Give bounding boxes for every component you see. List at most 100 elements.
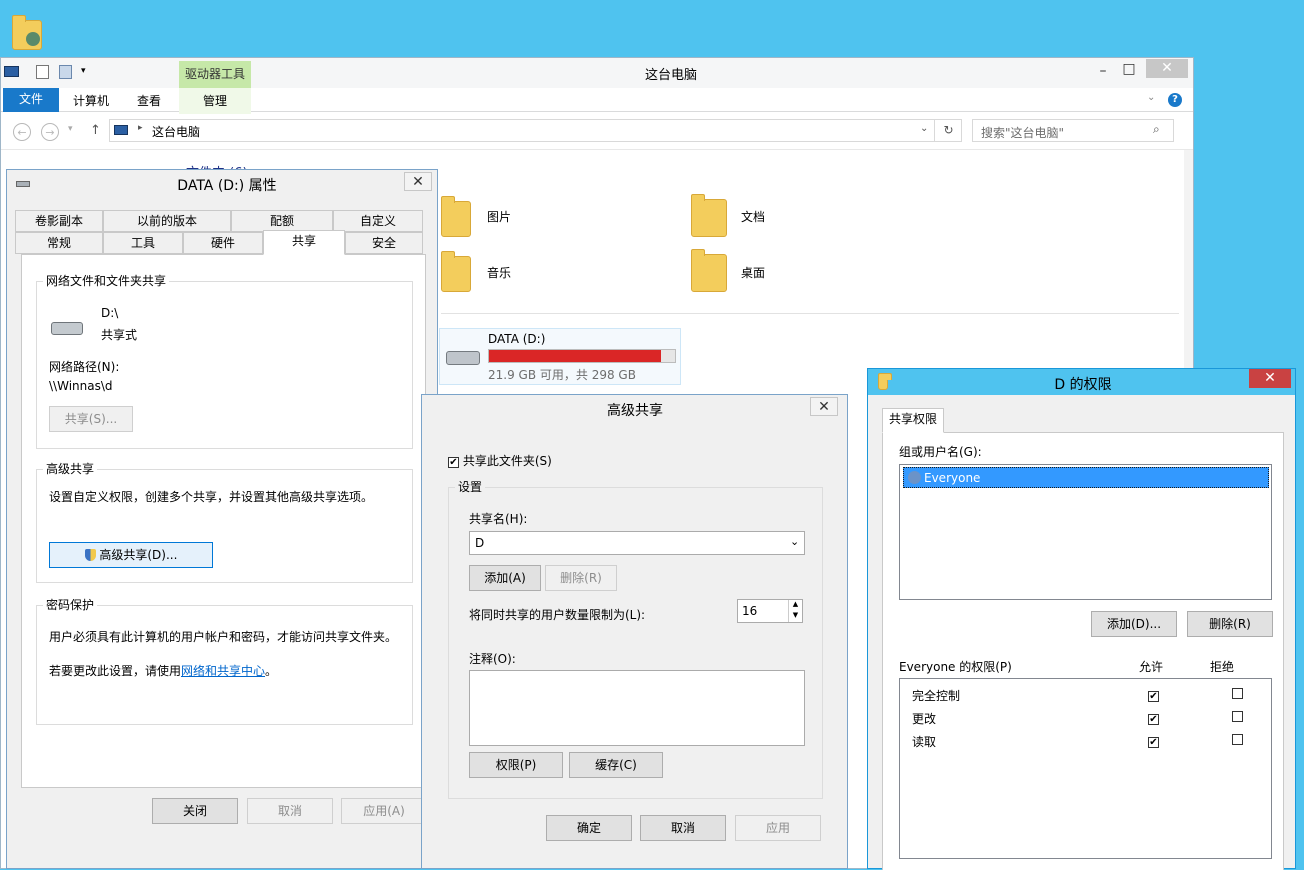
back-icon[interactable]: ← [13,123,31,141]
address-toolbar: ← → ▾ ↑ ▸ 这台电脑 ⌄ ↻ 搜索"这台电脑" ⌕ [1,114,1193,150]
dialog-title: DATA (D:) 属性 [177,178,277,194]
allow-read-checkbox[interactable]: ✔ [1148,737,1159,748]
ok-button[interactable]: 确定 [546,815,632,841]
search-icon[interactable]: ⌕ [1153,122,1160,137]
recent-dropdown-icon[interactable]: ▾ [68,124,73,134]
deny-change-checkbox[interactable] [1231,711,1243,722]
deny-read-checkbox[interactable] [1231,734,1243,745]
share-folder-checkbox[interactable]: ✔ 共享此文件夹(S) [448,452,552,469]
table-row: 更改 ✔ [900,708,1271,728]
close-button[interactable]: ✕ [1249,369,1291,388]
tab-security[interactable]: 安全 [345,232,423,254]
cancel-button[interactable]: 取消 [640,815,726,841]
dialog-title: 高级共享 [607,403,663,419]
share-name-select[interactable]: D ⌄ [469,531,805,555]
permission-name: 完全控制 [912,689,961,703]
search-input[interactable]: 搜索"这台电脑" ⌕ [972,119,1174,142]
tab-share-permissions[interactable]: 共享权限 [882,408,944,433]
deny-full-control-checkbox[interactable] [1231,688,1243,699]
properties-icon[interactable] [36,65,49,79]
tab-manage[interactable]: 管理 [179,88,251,114]
tab-general[interactable]: 常规 [15,232,103,254]
permissions-button[interactable]: 权限(P) [469,752,563,778]
forward-icon[interactable]: → [41,123,59,141]
remove-share-button[interactable]: 删除(R) [545,565,617,591]
add-user-button[interactable]: 添加(D)... [1091,611,1177,637]
close-dialog-button[interactable]: 关闭 [152,798,238,824]
ribbon-expand-icon[interactable]: ⌄ [1147,92,1155,103]
list-item-selected[interactable]: Everyone [903,467,1269,488]
tab-shadow-copies[interactable]: 卷影副本 [15,210,103,232]
folder-item[interactable]: 文档 [691,193,891,237]
caching-button[interactable]: 缓存(C) [569,752,663,778]
apply-button[interactable]: 应用(A) [341,798,427,824]
explorer-titlebar: ▾ 驱动器工具 这台电脑 – □ ✕ [1,58,1193,88]
advanced-sharing-dialog: 高级共享 ✕ ✔ 共享此文件夹(S) 设置 共享名(H): D ⌄ 添加(A) … [421,394,848,869]
add-share-button[interactable]: 添加(A) [469,565,541,591]
group-users-label: 组或用户名(G): [899,445,982,459]
allow-full-control-checkbox[interactable]: ✔ [1148,691,1159,702]
close-button[interactable]: ✕ [810,397,838,416]
music-folder-icon [441,251,471,292]
group-label: 密码保护 [43,598,98,612]
tab-quota[interactable]: 配额 [231,210,333,232]
up-icon[interactable]: ↑ [90,123,101,138]
drive-usage-fill [489,350,662,362]
share-button[interactable]: 共享(S)... [49,406,133,432]
permissions-panel: 组或用户名(G): Everyone 添加(D)... 删除(R) Everyo… [882,432,1284,870]
tab-hardware[interactable]: 硬件 [183,232,263,254]
folder-name: 文档 [741,210,766,224]
tab-file[interactable]: 文件 [3,88,59,112]
search-placeholder: 搜索"这台电脑" [981,126,1065,140]
breadcrumb-chevron-icon: ▸ [138,123,143,133]
group-label: 网络文件和文件夹共享 [43,274,170,288]
tab-previous-versions[interactable]: 以前的版本 [103,210,231,232]
computer-icon [114,125,128,135]
deny-header: 拒绝 [1210,660,1235,674]
drive-tools-header: 驱动器工具 [179,61,251,88]
folder-item[interactable]: 桌面 [691,248,891,292]
tab-tools[interactable]: 工具 [103,232,183,254]
change-setting-text: 若要更改此设置，请使用网络和共享中心。 [49,662,277,679]
drive-item[interactable]: DATA (D:) 21.9 GB 可用，共 298 GB [439,328,681,385]
tab-sharing[interactable]: 共享 [263,230,345,255]
close-button[interactable]: ✕ [404,172,432,191]
address-input[interactable]: ▸ 这台电脑 ⌄ ↻ [109,119,962,142]
tab-customize[interactable]: 自定义 [333,210,423,232]
tab-view[interactable]: 查看 [123,88,175,114]
breadcrumb[interactable]: 这台电脑 [152,123,200,140]
tab-computer[interactable]: 计算机 [63,88,119,114]
spin-down-icon[interactable]: ▼ [788,611,802,622]
help-icon[interactable]: ? [1168,93,1182,107]
table-row: 读取 ✔ [900,731,1271,751]
remove-user-button[interactable]: 删除(R) [1187,611,1273,637]
users-list[interactable]: Everyone [899,464,1272,600]
address-dropdown-icon[interactable]: ⌄ [920,123,928,134]
drive-name: DATA (D:) [488,332,546,346]
spin-up-icon[interactable]: ▲ [788,600,802,611]
maximize-button[interactable]: □ [1114,60,1144,79]
folder-item[interactable]: 音乐 [441,248,641,292]
user-limit-stepper[interactable]: 16 ▲ ▼ [737,599,803,623]
close-button[interactable]: ✕ [1146,59,1188,78]
computer-icon [4,66,19,77]
drive-usage-bar [488,349,676,363]
desktop-user-folder-icon[interactable] [10,10,50,54]
cancel-button[interactable]: 取消 [247,798,333,824]
network-share-group: 网络文件和文件夹共享 D:\ 共享式 网络路径(N): \\Winnas\d 共… [36,274,413,449]
devices-divider [441,313,1179,314]
advanced-description: 设置自定义权限，创建多个共享，并设置其他高级共享选项。 [49,490,374,504]
quick-access-dropdown-icon[interactable]: ▾ [81,66,86,76]
folder-item[interactable]: 图片 [441,193,641,237]
network-sharing-center-link[interactable]: 网络和共享中心 [181,664,265,678]
comment-textarea[interactable] [469,670,805,746]
refresh-icon[interactable]: ↻ [934,120,962,141]
new-folder-icon[interactable] [59,65,72,79]
permission-name: 更改 [912,712,937,726]
group-label: 设置 [455,480,486,494]
apply-button[interactable]: 应用 [735,815,821,841]
ribbon-tabbar: 文件 计算机 查看 管理 ⌄ ? [1,88,1193,114]
advanced-sharing-button[interactable]: 高级共享(D)... [49,542,213,568]
user-limit-value: 16 [742,604,758,618]
allow-change-checkbox[interactable]: ✔ [1148,714,1159,725]
